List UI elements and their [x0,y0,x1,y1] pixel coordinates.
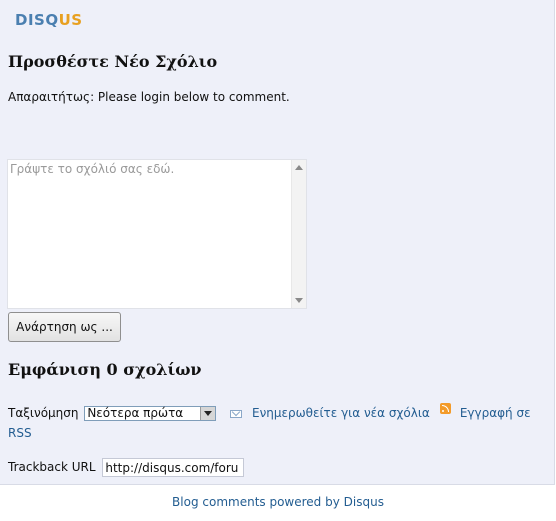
rss-icon [439,403,451,414]
comment-textarea-container [7,159,307,309]
trackback-row: Trackback URL [8,458,245,477]
mail-icon [230,409,243,418]
sort-label: Ταξινόμηση [8,406,79,420]
comments-count-title: Εμφάνιση 0 σχολίων [8,360,202,379]
post-as-button[interactable]: Ανάρτηση ως ... [8,312,121,342]
footer: Blog comments powered by Disqus [0,495,556,509]
trackback-url-field[interactable] [102,458,245,477]
comment-textarea[interactable] [8,160,292,308]
trackback-label: Trackback URL [8,460,96,474]
sort-and-subscribe-row: Ταξινόμηση Νεότερα πρώτα Ενημερωθείτε γι… [8,403,548,443]
dropdown-arrow-icon[interactable] [200,407,216,420]
powered-by-disqus-link[interactable]: Blog comments powered by Disqus [172,495,384,509]
sort-selected-value: Νεότερα πρώτα [87,406,184,420]
scroll-down-icon[interactable] [295,298,303,303]
scroll-up-icon[interactable] [295,165,303,170]
logo-part-2: US [58,11,83,29]
login-required-text: Απαραιτήτως: Please login below to comme… [8,90,290,104]
add-comment-title: Προσθέστε Νέο Σχόλιο [8,52,218,71]
disqus-panel: DISQUS Προσθέστε Νέο Σχόλιο Απαραιτήτως:… [0,0,555,485]
logo-part-1: DISQ [15,11,59,29]
subscribe-email-link[interactable]: Ενημερωθείτε για νέα σχόλια [252,406,430,420]
textarea-scrollbar[interactable] [291,160,306,308]
sort-select[interactable]: Νεότερα πρώτα [84,406,217,421]
disqus-logo[interactable]: DISQUS [15,11,83,29]
